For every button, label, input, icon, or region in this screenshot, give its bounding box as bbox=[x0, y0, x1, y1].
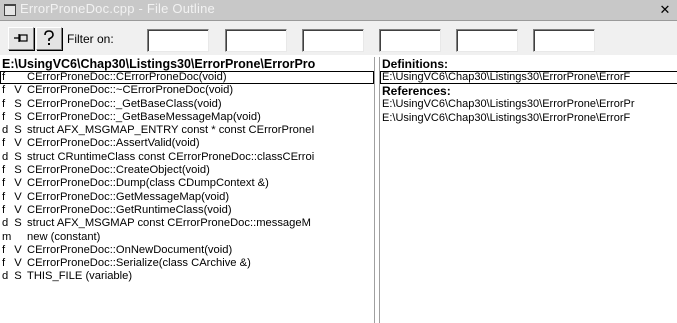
symbol-kind: f bbox=[2, 257, 6, 270]
symbol-name: CErrorProneDoc::_GetBaseMessageMap(void) bbox=[27, 110, 261, 123]
symbol-name: CErrorProneDoc::CreateObject(void) bbox=[27, 164, 210, 177]
outline-item[interactable]: f V CErrorProneDoc::GetRuntimeClass(void) bbox=[0, 204, 374, 217]
filter-field-4[interactable] bbox=[379, 29, 441, 52]
symbol-name: CErrorProneDoc::_GetBaseClass(void) bbox=[27, 97, 222, 110]
symbol-name: struct AFX_MSGMAP_ENTRY const * const CE… bbox=[27, 124, 315, 137]
symbol-modifier: V bbox=[14, 203, 22, 216]
symbol-kind: f bbox=[2, 243, 6, 256]
pin-icon bbox=[14, 34, 28, 42]
symbol-modifier: S bbox=[14, 164, 22, 177]
symbol-kind: f bbox=[2, 97, 6, 110]
symbol-modifier: V bbox=[14, 190, 22, 203]
symbol-name: CErrorProneDoc::Serialize(class CArchive… bbox=[27, 257, 251, 270]
outline-item[interactable]: f V CErrorProneDoc::Serialize(class CArchi… bbox=[0, 257, 374, 270]
symbol-kind: f bbox=[2, 137, 6, 150]
filter-field-3[interactable] bbox=[302, 29, 364, 52]
details-panel: Definitions: E:\UsingVC6\Chap30\Listings… bbox=[379, 57, 677, 323]
symbol-name: CErrorProneDoc::GetRuntimeClass(void) bbox=[27, 203, 232, 216]
filter-field-1[interactable] bbox=[147, 29, 209, 52]
outline-item[interactable]: d Sstruct CRuntimeClass const CErrorProne… bbox=[0, 151, 374, 164]
outline-item[interactable]: f S CErrorProneDoc::CreateObject(void) bbox=[0, 164, 374, 177]
symbol-kind: d bbox=[2, 124, 9, 137]
window-title: ErrorProneDoc.cpp - File Outline bbox=[20, 1, 215, 16]
symbol-name: CErrorProneDoc::GetMessageMap(void) bbox=[27, 190, 230, 203]
filter-field-2[interactable] bbox=[225, 29, 287, 52]
outline-item[interactable]: f S CErrorProneDoc::_GetBaseMessageMap(voi… bbox=[0, 111, 374, 124]
symbol-modifier: S bbox=[14, 110, 22, 123]
outline-item[interactable]: m new (constant) bbox=[0, 231, 374, 244]
symbol-modifier: V bbox=[14, 243, 22, 256]
outline-item[interactable]: f V CErrorProneDoc::Dump(class CDumpContex… bbox=[0, 177, 374, 190]
symbol-kind: f bbox=[2, 71, 6, 83]
definitions-list[interactable]: E:\UsingVC6\Chap30\Listings30\ErrorProne… bbox=[380, 71, 677, 85]
symbol-name: CErrorProneDoc::~CErrorProneDoc(void) bbox=[27, 84, 234, 97]
symbol-name: CErrorProneDoc::AssertValid(void) bbox=[27, 137, 200, 150]
filter-field-6[interactable] bbox=[533, 29, 595, 52]
outline-item[interactable]: f S CErrorProneDoc::_GetBaseClass(void) bbox=[0, 98, 374, 111]
toolbar: Filter on: bbox=[0, 21, 677, 55]
symbol-modifier: V bbox=[14, 177, 22, 190]
symbol-name: struct AFX_MSGMAP const CErrorProneDoc::… bbox=[27, 217, 311, 230]
symbol-modifier: V bbox=[14, 84, 22, 97]
filter-label: Filter on: bbox=[67, 32, 114, 46]
reference-item[interactable]: E:\UsingVC6\Chap30\Listings30\ErrorProne… bbox=[380, 98, 677, 111]
symbol-name: new (constant) bbox=[27, 230, 101, 243]
outline-item[interactable]: f V CErrorProneDoc::OnNewDocument(void) bbox=[0, 244, 374, 257]
reference-item[interactable]: E:\UsingVC6\Chap30\Listings30\ErrorProne… bbox=[380, 112, 677, 125]
outline-item[interactable]: f V CErrorProneDoc::~CErrorProneDoc(void) bbox=[0, 84, 374, 97]
outline-item[interactable]: f V CErrorProneDoc::GetMessageMap(void) bbox=[0, 191, 374, 204]
symbol-modifier: S bbox=[14, 150, 22, 163]
symbol-name: CErrorProneDoc::OnNewDocument(void) bbox=[27, 243, 233, 256]
symbol-modifier: S bbox=[14, 97, 22, 110]
definition-item[interactable]: E:\UsingVC6\Chap30\Listings30\ErrorProne… bbox=[380, 71, 677, 85]
symbol-name: struct CRuntimeClass const CErrorProneDo… bbox=[27, 150, 315, 163]
outline-panel[interactable]: E:\UsingVC6\Chap30\Listings30\ErrorProne… bbox=[0, 57, 375, 323]
symbol-kind: d bbox=[2, 150, 9, 163]
symbol-kind: d bbox=[2, 217, 9, 230]
outline-list[interactable]: f CErrorProneDoc::CErrorProneDoc(void) f V C… bbox=[0, 71, 374, 284]
outline-item[interactable]: d Sstruct AFX_MSGMAP const CErrorProneDoc… bbox=[0, 217, 374, 230]
symbol-name: CErrorProneDoc::Dump(class CDumpContext … bbox=[27, 177, 269, 190]
symbol-kind: f bbox=[2, 164, 6, 177]
symbol-kind: m bbox=[2, 230, 12, 243]
symbol-modifier: S bbox=[14, 217, 22, 230]
symbol-modifier: S bbox=[14, 124, 22, 137]
symbol-kind: f bbox=[2, 203, 6, 216]
symbol-name: CErrorProneDoc::CErrorProneDoc(void) bbox=[27, 71, 227, 83]
filter-field-5[interactable] bbox=[456, 29, 518, 52]
symbol-kind: f bbox=[2, 190, 6, 203]
definitions-heading: Definitions: bbox=[382, 57, 448, 71]
symbol-name: THIS_FILE (variable) bbox=[27, 270, 133, 283]
outline-item[interactable]: f CErrorProneDoc::CErrorProneDoc(void) bbox=[0, 71, 374, 85]
references-list[interactable]: E:\UsingVC6\Chap30\Listings30\ErrorProne… bbox=[380, 98, 677, 125]
symbol-kind: f bbox=[2, 84, 6, 97]
help-icon bbox=[44, 30, 54, 45]
window-menu-icon[interactable] bbox=[4, 4, 16, 16]
outline-item[interactable]: d Sstruct AFX_MSGMAP_ENTRY const * const … bbox=[0, 124, 374, 137]
symbol-modifier: V bbox=[14, 257, 22, 270]
symbol-modifier: S bbox=[14, 270, 22, 283]
help-button[interactable] bbox=[36, 27, 62, 50]
pin-button[interactable] bbox=[8, 27, 34, 50]
symbol-modifier: V bbox=[14, 137, 22, 150]
symbol-kind: f bbox=[2, 110, 6, 123]
symbol-kind: f bbox=[2, 177, 6, 190]
title-bar[interactable]: ErrorProneDoc.cpp - File Outline ✕ bbox=[0, 0, 677, 21]
file-path-header: E:\UsingVC6\Chap30\Listings30\ErrorProne… bbox=[2, 57, 316, 71]
outline-item[interactable]: f V CErrorProneDoc::AssertValid(void) bbox=[0, 137, 374, 150]
close-button[interactable]: ✕ bbox=[657, 3, 673, 17]
symbol-kind: d bbox=[2, 270, 9, 283]
outline-item[interactable]: d S THIS_FILE (variable) bbox=[0, 270, 374, 283]
references-heading: References: bbox=[382, 84, 451, 99]
